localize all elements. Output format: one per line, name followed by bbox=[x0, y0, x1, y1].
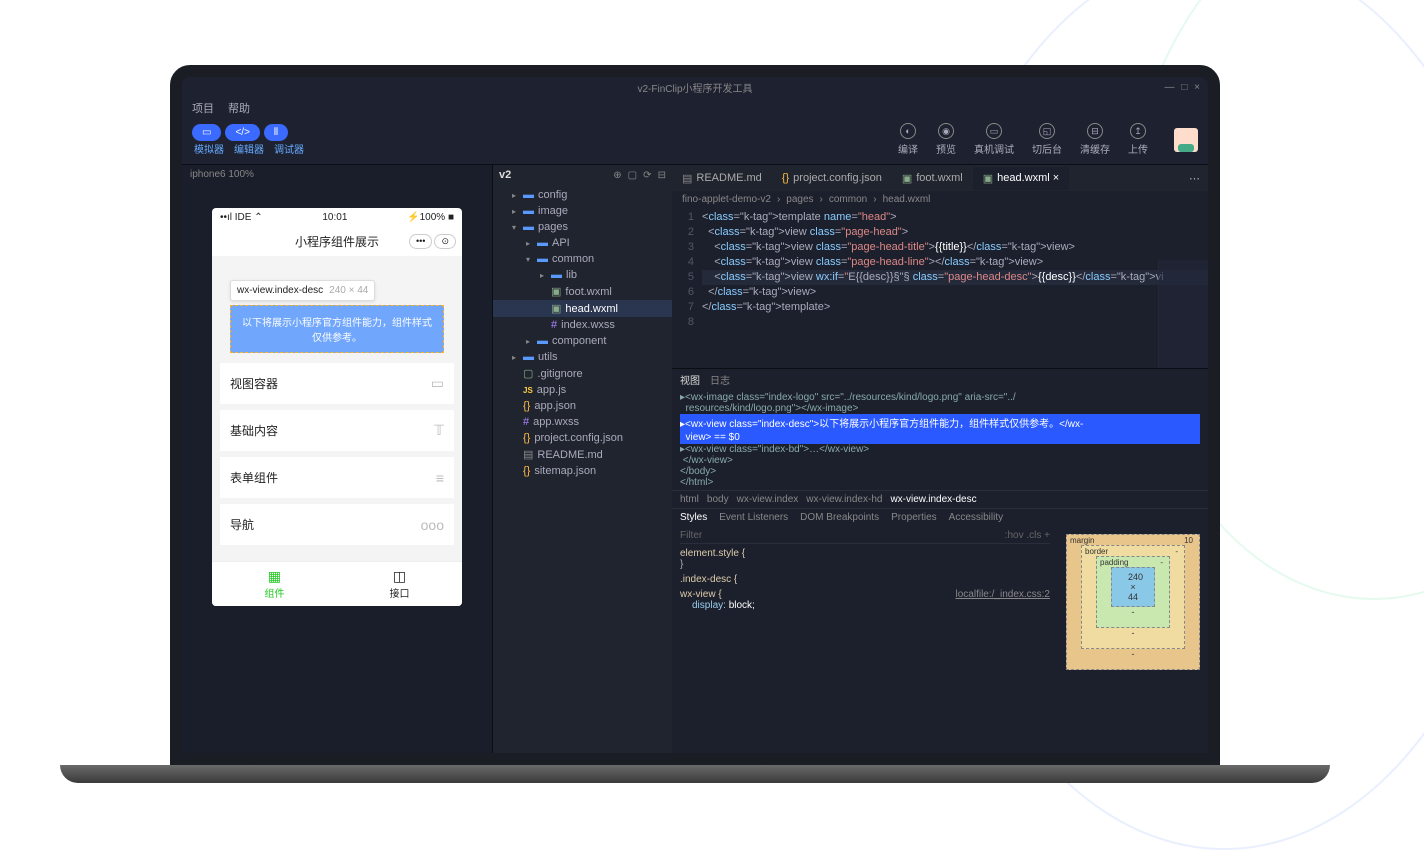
code-editor[interactable]: 12345678 <class="k-tag">template name="h… bbox=[672, 208, 1208, 368]
phone-preview: ••ıl IDE ⌃ 10:01 ⚡100% ■ 小程序组件展示 ••• ⊙ bbox=[212, 208, 462, 606]
breadcrumb: fino-applet-demo-v2›pages›common›head.wx… bbox=[672, 191, 1208, 208]
file-README.md[interactable]: ▤README.md bbox=[493, 446, 672, 463]
highlighted-element: 以下将展示小程序官方组件能力，组件样式仅供参考。 bbox=[230, 305, 444, 353]
mode-sim-label: 模拟器 bbox=[194, 141, 224, 156]
file-project.config.json[interactable]: {}project.config.json bbox=[493, 430, 672, 446]
folder-utils[interactable]: ▸▬utils bbox=[493, 349, 672, 365]
cls-toggle[interactable]: .cls bbox=[1026, 530, 1041, 541]
mode-debug-label: 调试器 bbox=[274, 141, 304, 156]
ide-window: v2-FinClip小程序开发工具 — □ × 项目 帮助 ▭ </> ⫴ bbox=[182, 77, 1208, 753]
file-app.js[interactable]: JSapp.js bbox=[493, 382, 672, 398]
styles-tab-Accessibility[interactable]: Accessibility bbox=[949, 512, 1003, 523]
tab-components[interactable]: ▦ 组件 bbox=[212, 562, 337, 606]
file-sitemap.json[interactable]: {}sitemap.json bbox=[493, 463, 672, 479]
remote-debug-button[interactable]: ▭真机调试 bbox=[974, 123, 1014, 156]
devtools-tab-wxml[interactable]: 视图 bbox=[680, 372, 700, 387]
window-titlebar: v2-FinClip小程序开发工具 — □ × bbox=[182, 77, 1208, 97]
folder-common[interactable]: ▾▬common bbox=[493, 251, 672, 267]
editor-tabs: ▤ README.md{} project.config.json▣ foot.… bbox=[672, 165, 1208, 191]
laptop-frame: v2-FinClip小程序开发工具 — □ × 项目 帮助 ▭ </> ⫴ bbox=[170, 65, 1220, 783]
hov-toggle[interactable]: :hov bbox=[1005, 530, 1024, 541]
folder-component[interactable]: ▸▬component bbox=[493, 333, 672, 349]
file-index.wxss[interactable]: #index.wxss bbox=[493, 317, 672, 333]
new-file-icon[interactable]: ⊕ bbox=[613, 170, 621, 181]
close-icon[interactable]: × bbox=[1194, 82, 1200, 93]
tab-head.wxml[interactable]: ▣ head.wxml × bbox=[973, 167, 1069, 190]
box-content: 240 × 44 bbox=[1111, 567, 1155, 607]
background-button[interactable]: ◱切后台 bbox=[1032, 123, 1062, 156]
menubar: 项目 帮助 bbox=[182, 97, 1208, 119]
folder-config[interactable]: ▸▬config bbox=[493, 187, 672, 203]
collapse-icon[interactable]: ⊟ bbox=[658, 170, 666, 181]
minimize-icon[interactable]: — bbox=[1165, 82, 1175, 93]
device-info: iphone6 100% bbox=[182, 165, 492, 184]
folder-lib[interactable]: ▸▬lib bbox=[493, 267, 672, 283]
components-icon: ▦ bbox=[218, 568, 331, 585]
tab-foot.wxml[interactable]: ▣ foot.wxml bbox=[892, 167, 973, 190]
devtools-tab-console[interactable]: 日志 bbox=[710, 372, 730, 387]
file-app.json[interactable]: {}app.json bbox=[493, 398, 672, 414]
file-foot.wxml[interactable]: ▣foot.wxml bbox=[493, 283, 672, 300]
styles-tab-Properties[interactable]: Properties bbox=[891, 512, 937, 523]
simulator-panel: iphone6 100% ••ıl IDE ⌃ 10:01 ⚡100% ■ 小程… bbox=[182, 165, 492, 753]
time-label: 10:01 bbox=[322, 212, 347, 223]
element-crumbs: htmlbodywx-view.indexwx-view.index-hdwx-… bbox=[672, 490, 1208, 509]
menu-help[interactable]: 帮助 bbox=[228, 100, 250, 116]
add-rule-icon[interactable]: + bbox=[1044, 530, 1050, 541]
editor-panel: ▤ README.md{} project.config.json▣ foot.… bbox=[672, 165, 1208, 753]
capsule-more-icon[interactable]: ••• bbox=[409, 234, 432, 249]
toolbar: ▭ </> ⫴ 模拟器 编辑器 调试器 ◐编译 ◉预览 ▭真机调试 ◱切后台 bbox=[182, 119, 1208, 164]
avatar[interactable] bbox=[1174, 128, 1198, 152]
box-model: margin 10 border - padding - 240 × 4 bbox=[1058, 526, 1208, 753]
folder-pages[interactable]: ▾▬pages bbox=[493, 219, 672, 235]
file-explorer: v2 ⊕ ▢ ⟳ ⊟ ▸▬config▸▬image▾▬pages▸▬API▾▬… bbox=[492, 165, 672, 753]
dom-tree[interactable]: ▸<wx-image class="index-logo" src="../re… bbox=[672, 390, 1208, 490]
styles-tab-DOM Breakpoints[interactable]: DOM Breakpoints bbox=[800, 512, 879, 523]
new-folder-icon[interactable]: ▢ bbox=[628, 170, 637, 181]
minimap[interactable] bbox=[1158, 260, 1208, 368]
preview-button[interactable]: ◉预览 bbox=[936, 123, 956, 156]
file-head.wxml[interactable]: ▣head.wxml bbox=[493, 300, 672, 317]
maximize-icon[interactable]: □ bbox=[1181, 82, 1187, 93]
list-item[interactable]: 基础内容𝕋 bbox=[220, 410, 454, 451]
menu-project[interactable]: 项目 bbox=[192, 100, 214, 116]
mode-simulator-button[interactable]: ▭ bbox=[192, 124, 221, 141]
list-item[interactable]: 视图容器▭ bbox=[220, 363, 454, 404]
devtools-panel: 视图 日志 ▸<wx-image class="index-logo" src=… bbox=[672, 368, 1208, 753]
tooltip-size: 240 × 44 bbox=[329, 285, 368, 296]
tab-project.config.json[interactable]: {} project.config.json bbox=[772, 167, 892, 189]
mode-debugger-button[interactable]: ⫴ bbox=[264, 124, 288, 141]
upload-button[interactable]: ↥上传 bbox=[1128, 123, 1148, 156]
signal-label: ••ıl IDE ⌃ bbox=[220, 212, 263, 223]
battery-label: ⚡100% ■ bbox=[407, 212, 454, 223]
project-root[interactable]: v2 bbox=[499, 169, 511, 181]
mode-editor-button[interactable]: </> bbox=[225, 124, 259, 141]
inspect-tooltip: wx-view.index-desc 240 × 44 bbox=[230, 280, 375, 301]
compile-button[interactable]: ◐编译 bbox=[898, 123, 918, 156]
tabs-more-icon[interactable]: ⋯ bbox=[1181, 172, 1208, 185]
styles-tabs: Styles Event Listeners DOM Breakpoints Prop… bbox=[672, 509, 1208, 526]
api-icon: ◫ bbox=[343, 568, 456, 585]
folder-image[interactable]: ▸▬image bbox=[493, 203, 672, 219]
file-app.wxss[interactable]: #app.wxss bbox=[493, 414, 672, 430]
styles-filter[interactable]: Filter bbox=[680, 530, 702, 541]
laptop-base bbox=[60, 765, 1330, 783]
capsule-close-icon[interactable]: ⊙ bbox=[434, 234, 456, 249]
clear-cache-button[interactable]: ⊟清缓存 bbox=[1080, 123, 1110, 156]
tooltip-selector: wx-view.index-desc bbox=[237, 285, 323, 296]
page-title: 小程序组件展示 bbox=[295, 233, 379, 250]
refresh-icon[interactable]: ⟳ bbox=[643, 170, 651, 181]
list-item[interactable]: 导航ooo bbox=[220, 504, 454, 545]
tab-api[interactable]: ◫ 接口 bbox=[337, 562, 462, 606]
list-item[interactable]: 表单组件≡ bbox=[220, 457, 454, 498]
tab-README.md[interactable]: ▤ README.md bbox=[672, 167, 772, 190]
folder-API[interactable]: ▸▬API bbox=[493, 235, 672, 251]
window-title: v2-FinClip小程序开发工具 bbox=[637, 80, 752, 95]
mode-editor-label: 编辑器 bbox=[234, 141, 264, 156]
styles-tab-Event Listeners[interactable]: Event Listeners bbox=[719, 512, 788, 523]
file-.gitignore[interactable]: ▢.gitignore bbox=[493, 365, 672, 382]
camera-dot bbox=[692, 69, 698, 75]
styles-tab-Styles[interactable]: Styles bbox=[680, 512, 707, 523]
